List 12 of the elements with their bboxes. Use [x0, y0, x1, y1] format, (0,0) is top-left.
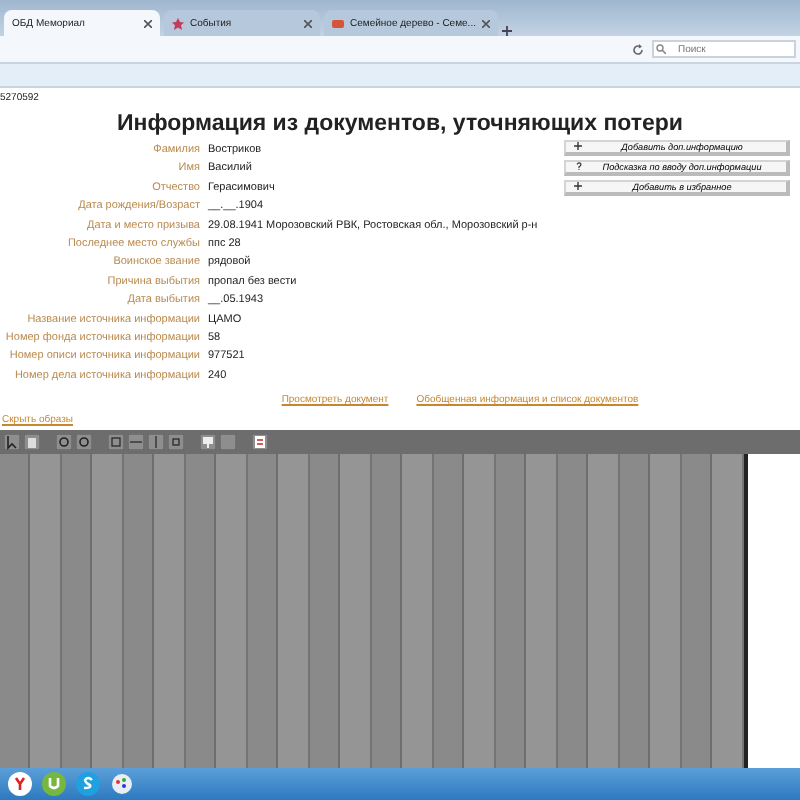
monitor-icon[interactable] — [200, 433, 216, 450]
close-icon[interactable] — [144, 19, 152, 27]
plus-icon — [574, 142, 582, 150]
star-icon — [172, 17, 184, 29]
page-title: Информация из документов, уточняющих потери — [114, 112, 685, 136]
close-icon[interactable] — [304, 19, 312, 27]
plus-icon — [574, 182, 582, 190]
help-icon — [575, 162, 581, 170]
new-tab-icon[interactable] — [501, 26, 512, 36]
close-icon[interactable] — [481, 19, 490, 27]
reload-icon[interactable] — [632, 43, 644, 55]
search-icon — [656, 44, 666, 54]
